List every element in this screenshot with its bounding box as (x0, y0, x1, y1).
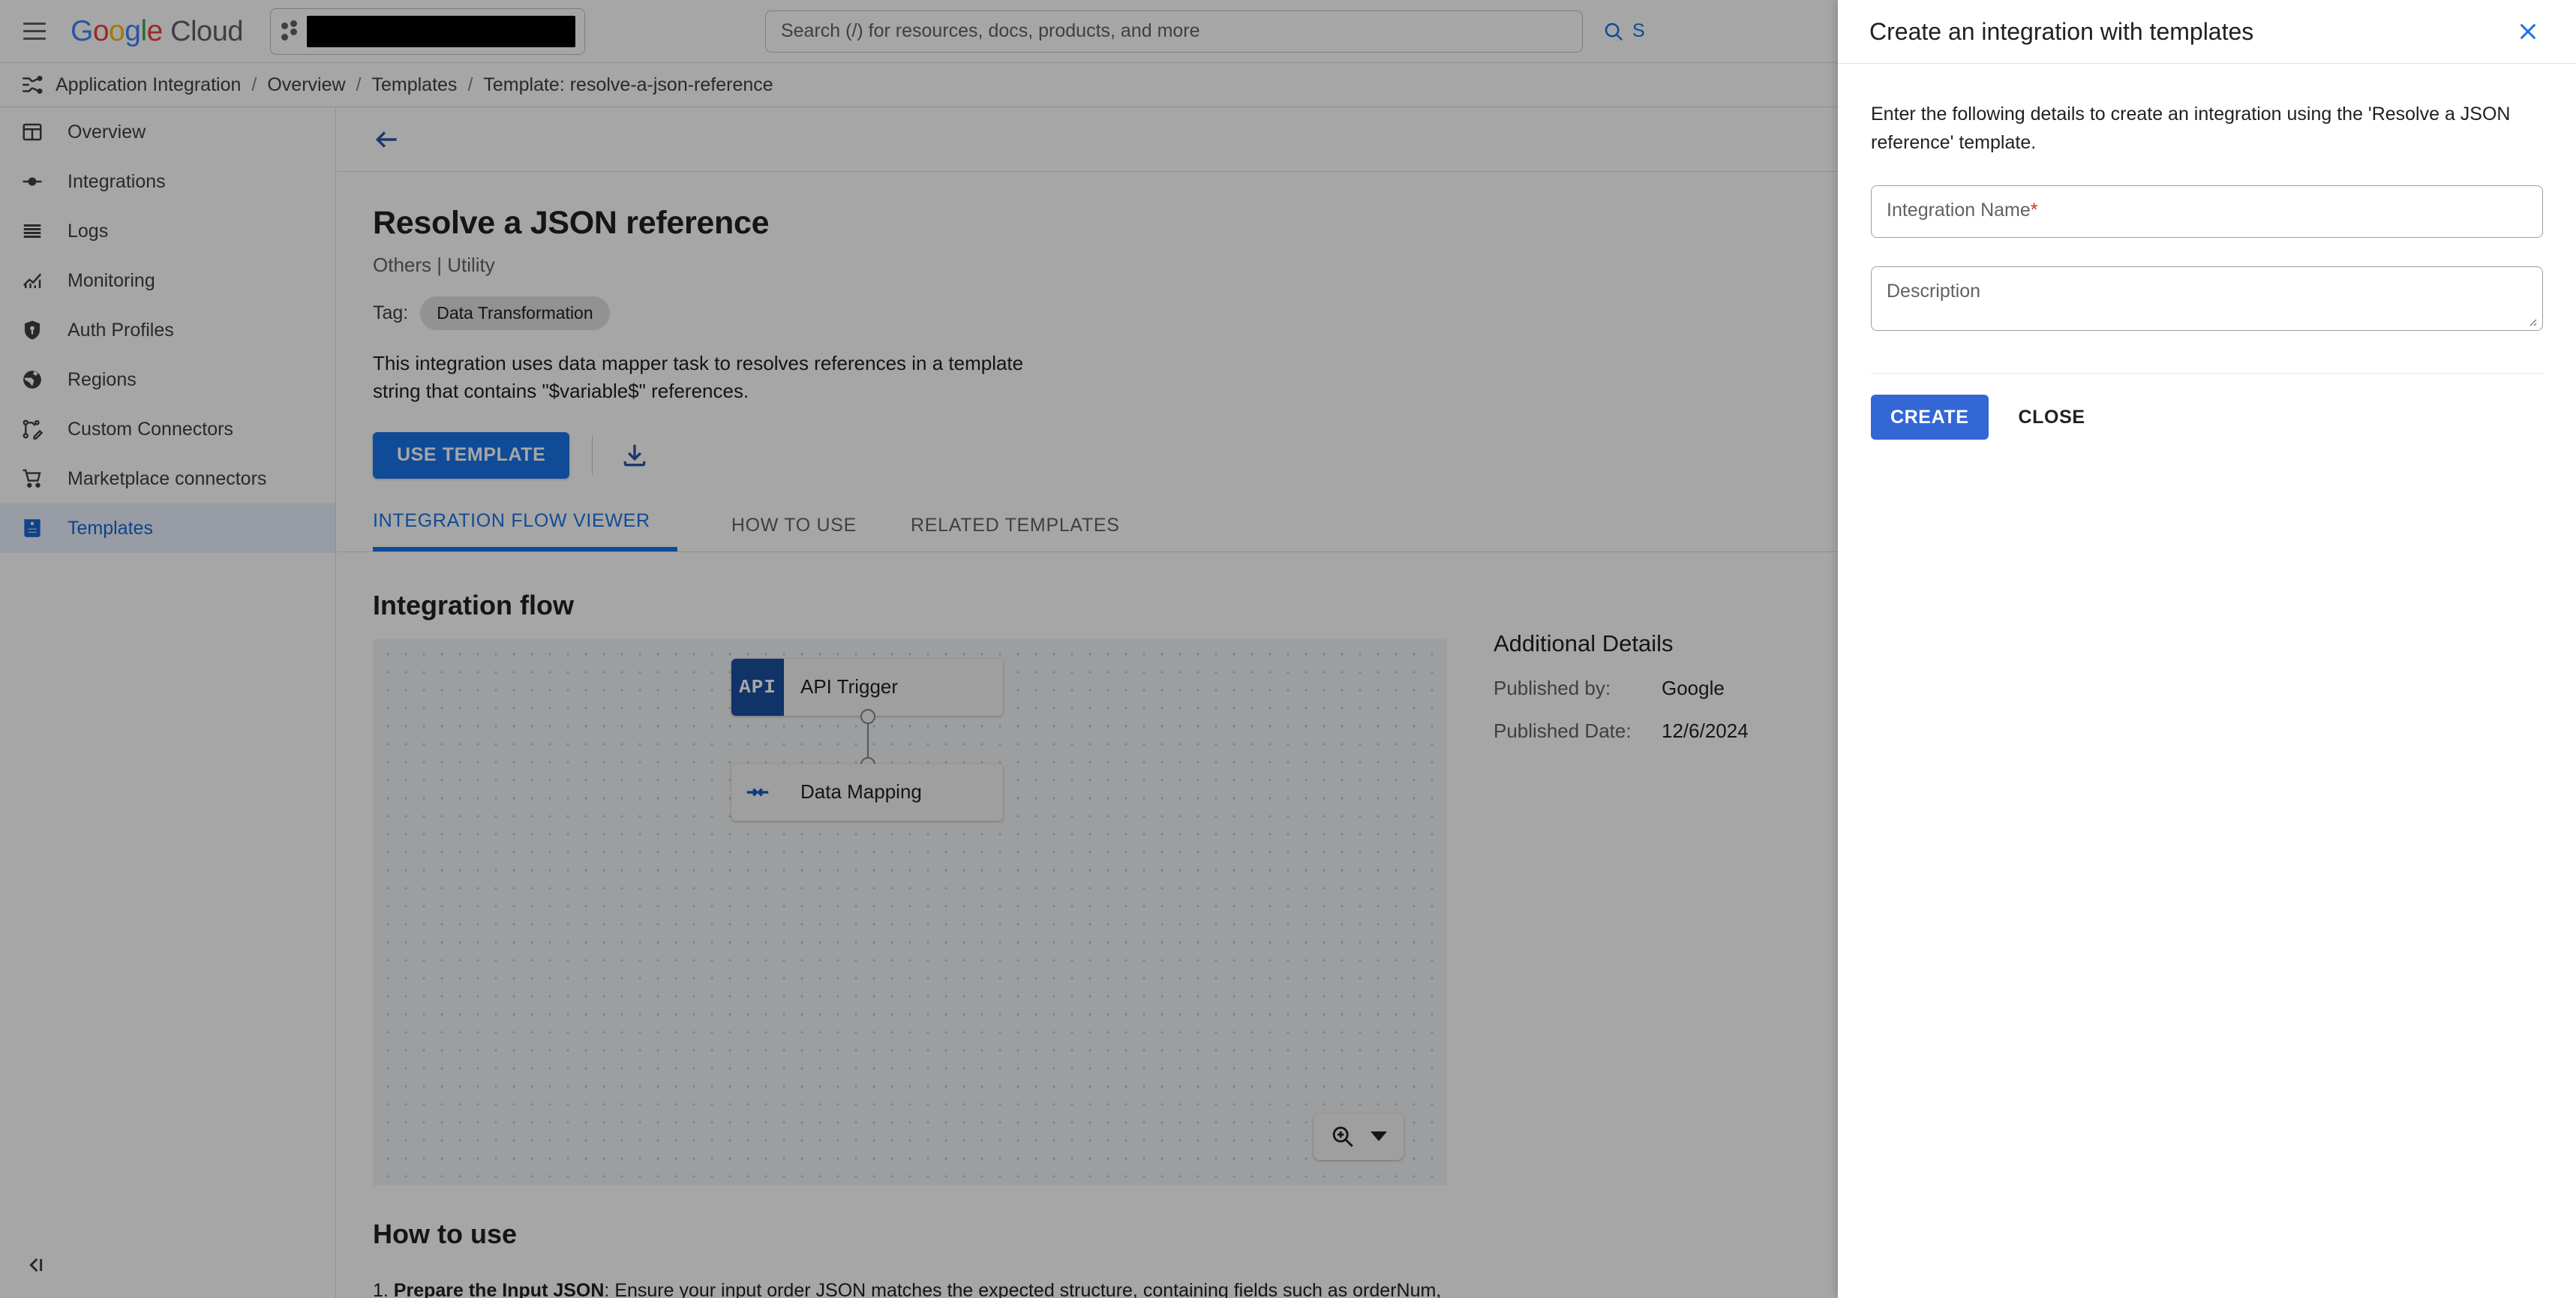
dialog-instructions: Enter the following details to create an… (1871, 104, 2511, 153)
create-button[interactable]: CREATE (1871, 395, 1989, 440)
close-icon[interactable] (2511, 15, 2544, 48)
dialog-header: Create an integration with templates (1838, 0, 2576, 64)
modal-backdrop[interactable] (0, 0, 1838, 1298)
dialog-body: Enter the following details to create an… (1838, 64, 2576, 374)
close-button[interactable]: CLOSE (1996, 395, 2108, 440)
integration-name-input[interactable] (1872, 186, 2542, 237)
dialog-title: Create an integration with templates (1869, 17, 2254, 45)
description-field[interactable]: Description (1871, 266, 2543, 331)
dialog-footer: CREATE CLOSE (1838, 374, 2576, 440)
create-integration-dialog: Create an integration with templates Ent… (1838, 0, 2576, 1298)
integration-name-field[interactable]: Integration Name* (1871, 185, 2543, 238)
application-root: Google Cloud Search (/) for resources, d… (0, 0, 1838, 1298)
description-input[interactable] (1872, 267, 2542, 330)
